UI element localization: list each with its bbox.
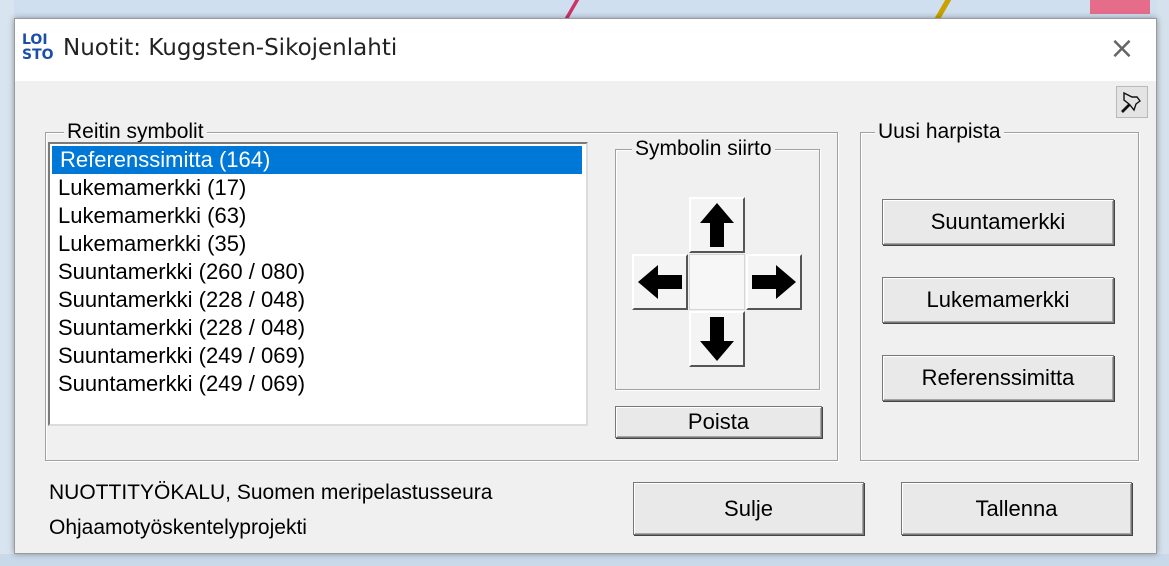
arrow-up-icon — [700, 203, 734, 247]
save-button[interactable]: Tallenna — [901, 482, 1132, 535]
map-strip-top — [0, 0, 1169, 18]
window-title: Nuotit: Kuggsten-Sikojenlahti — [63, 35, 398, 61]
arrow-down-icon — [700, 317, 734, 361]
loisto-logo: LOI STO — [22, 33, 54, 67]
move-left-button[interactable] — [632, 254, 688, 310]
arrow-right-icon — [752, 265, 796, 299]
new-reference-measure-button[interactable]: Referenssimitta — [882, 355, 1114, 401]
logo-text-bottom: STO — [22, 47, 54, 63]
logo-text-top: LOI — [22, 32, 48, 48]
map-strip-bottom — [0, 554, 1169, 566]
route-symbols-list[interactable]: Referenssimitta (164) Lukemamerkki (17) … — [48, 142, 588, 426]
map-strip-left — [0, 0, 14, 566]
delete-button[interactable]: Poista — [615, 406, 822, 438]
app-credit-line2: Ohjaamotyöskentelyprojekti — [49, 516, 307, 539]
new-reading-mark-button[interactable]: Lukemamerkki — [882, 277, 1114, 323]
list-item[interactable]: Suuntamerkki (249 / 069) — [50, 342, 586, 370]
new-chart-legend: Uusi harpista — [875, 119, 1004, 145]
list-item[interactable]: Suuntamerkki (228 / 048) — [50, 286, 586, 314]
move-right-button[interactable] — [746, 254, 802, 310]
app-credit-line1: NUOTTITYÖKALU, Suomen meripelastusseura — [49, 481, 493, 504]
map-strip-right — [1157, 0, 1169, 566]
pin-button[interactable] — [1116, 86, 1148, 118]
title-bar: LOI STO Nuotit: Kuggsten-Sikojenlahti × — [15, 19, 1156, 81]
new-direction-mark-button[interactable]: Suuntamerkki — [882, 199, 1114, 245]
list-item[interactable]: Lukemamerkki (63) — [50, 202, 586, 230]
move-up-button[interactable] — [689, 197, 745, 253]
pin-icon — [1121, 91, 1141, 113]
close-icon[interactable]: × — [1102, 29, 1142, 69]
list-item[interactable]: Lukemamerkki (35) — [50, 230, 586, 258]
arrow-pad — [632, 197, 802, 367]
list-item[interactable]: Suuntamerkki (249 / 069) — [50, 370, 586, 398]
move-down-button[interactable] — [689, 311, 745, 367]
list-item[interactable]: Suuntamerkki (228 / 048) — [50, 314, 586, 342]
arrow-left-icon — [638, 265, 682, 299]
close-button[interactable]: Sulje — [633, 482, 864, 535]
arrow-pad-center — [689, 254, 745, 310]
list-item[interactable]: Suuntamerkki (260 / 080) — [50, 258, 586, 286]
list-item[interactable]: Referenssimitta (164) — [52, 146, 582, 174]
map-route-line — [1090, 0, 1150, 14]
symbol-move-legend: Symbolin siirto — [632, 136, 775, 162]
list-item[interactable]: Lukemamerkki (17) — [50, 174, 586, 202]
dialog-window: LOI STO Nuotit: Kuggsten-Sikojenlahti × … — [14, 18, 1157, 554]
